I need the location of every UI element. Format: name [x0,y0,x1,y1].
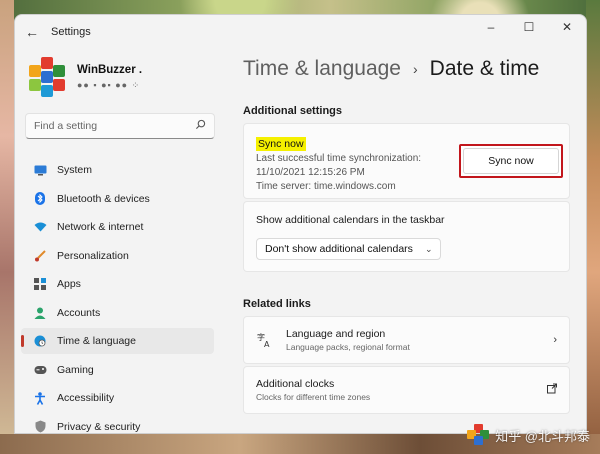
person-icon [33,306,47,320]
sidebar-item-personalization[interactable]: Personalization [21,243,214,269]
sidebar-item-label: Privacy & security [57,420,141,433]
wifi-icon [33,220,47,234]
breadcrumb-separator: › [412,61,418,77]
sidebar-item-gaming[interactable]: Gaming [21,357,214,383]
sidebar-item-label: Apps [57,278,81,290]
chevron-down-icon: ⌄ [424,243,433,254]
svg-text:A: A [264,340,270,348]
sync-now-card: Sync now Last successful time synchroniz… [243,123,570,199]
sidebar-item-time-language[interactable]: Time & language [21,328,214,354]
sidebar: WinBuzzer . ●● ▪ ●▪ ●● ⁘ Find a setting … [15,49,225,433]
window-title: Settings [51,26,91,38]
external-link-icon [547,383,557,397]
sync-now-button[interactable]: Sync now [463,148,559,174]
section-title-additional-settings: Additional settings [243,105,342,117]
time-server: Time server: time.windows.com [256,181,396,192]
bluetooth-icon [33,192,47,206]
link-subtitle: Language packs, regional format [286,342,410,352]
section-title-related-links: Related links [243,298,311,310]
arrow-left-icon: ← [25,24,39,40]
brush-icon [33,249,47,263]
avatar [25,55,69,99]
link-title: Language and region [286,328,386,340]
additional-calendars-label: Show additional calendars in the taskbar [256,214,445,226]
additional-calendars-dropdown[interactable]: Don't show additional calendars ⌄ [256,238,442,260]
sidebar-item-label: Time & language [57,335,136,347]
chevron-right-icon: › [553,334,557,346]
search-placeholder: Find a setting [34,120,98,132]
additional-calendars-card: Show additional calendars in the taskbar… [243,201,570,272]
watermark: 知乎 @北斗邦泰 [467,424,590,446]
desktop-background-left [0,0,14,454]
watermark-text: 知乎 @北斗邦泰 [495,428,590,444]
sidebar-item-label: Network & internet [57,221,144,233]
watermark-logo-icon [467,424,490,446]
page-title: Time & language › Date & time [243,57,586,81]
dropdown-value: Don't show additional calendars [265,243,413,255]
sidebar-item-label: Accessibility [57,392,115,404]
search-icon [195,119,206,133]
sidebar-item-bluetooth[interactable]: Bluetooth & devices [21,186,214,212]
settings-window: ← Settings – ☐ ✕ WinBuzzer . ●● ▪ ●▪ ●● … [14,14,587,434]
language-icon: 字A [256,332,274,348]
breadcrumb-parent[interactable]: Time & language [243,57,401,81]
sidebar-item-apps[interactable]: Apps [21,271,214,297]
window-controls: – ☐ ✕ [472,15,586,39]
sidebar-item-privacy[interactable]: Privacy & security [21,414,214,434]
maximize-button[interactable]: ☐ [510,15,548,39]
close-button[interactable]: ✕ [548,15,586,39]
search-input[interactable]: Find a setting [25,113,215,139]
monitor-icon [33,163,47,177]
sidebar-item-accessibility[interactable]: Accessibility [21,385,214,411]
additional-clocks-link[interactable]: Additional clocks Clocks for different t… [243,366,570,414]
sidebar-item-label: Bluetooth & devices [57,192,150,205]
link-subtitle: Clocks for different time zones [256,392,371,402]
apps-icon [33,277,47,291]
main-content: Time & language › Date & time Additional… [243,49,586,433]
profile-name: WinBuzzer . [77,63,143,76]
sidebar-item-system[interactable]: System [21,157,214,183]
sync-now-title: Sync now [256,137,306,151]
profile-email: ●● ▪ ●▪ ●● ⁘ [77,79,141,90]
title-bar: ← Settings – ☐ ✕ [15,15,586,49]
sidebar-item-network[interactable]: Network & internet [21,214,214,240]
breadcrumb-current: Date & time [429,57,540,80]
sidebar-item-label: System [57,164,93,176]
sidebar-item-label: Personalization [57,249,129,262]
desktop-background-right [586,0,600,454]
gamepad-icon [33,363,47,377]
sync-now-highlight: Sync now [459,144,563,178]
shield-icon [33,420,47,434]
sidebar-item-accounts[interactable]: Accounts [21,300,214,326]
link-title: Additional clocks [256,378,335,390]
sidebar-nav: System Bluetooth & devices Network & int… [15,157,225,434]
accessibility-icon [33,391,47,405]
sidebar-item-label: Gaming [57,363,94,376]
sidebar-item-label: Accounts [57,306,101,319]
profile[interactable]: WinBuzzer . ●● ▪ ●▪ ●● ⁘ [15,49,225,105]
language-region-link[interactable]: 字A Language and region Language packs, r… [243,316,570,364]
back-button[interactable]: ← [21,21,43,43]
globe-clock-icon [33,334,47,348]
minimize-button[interactable]: – [472,15,510,39]
